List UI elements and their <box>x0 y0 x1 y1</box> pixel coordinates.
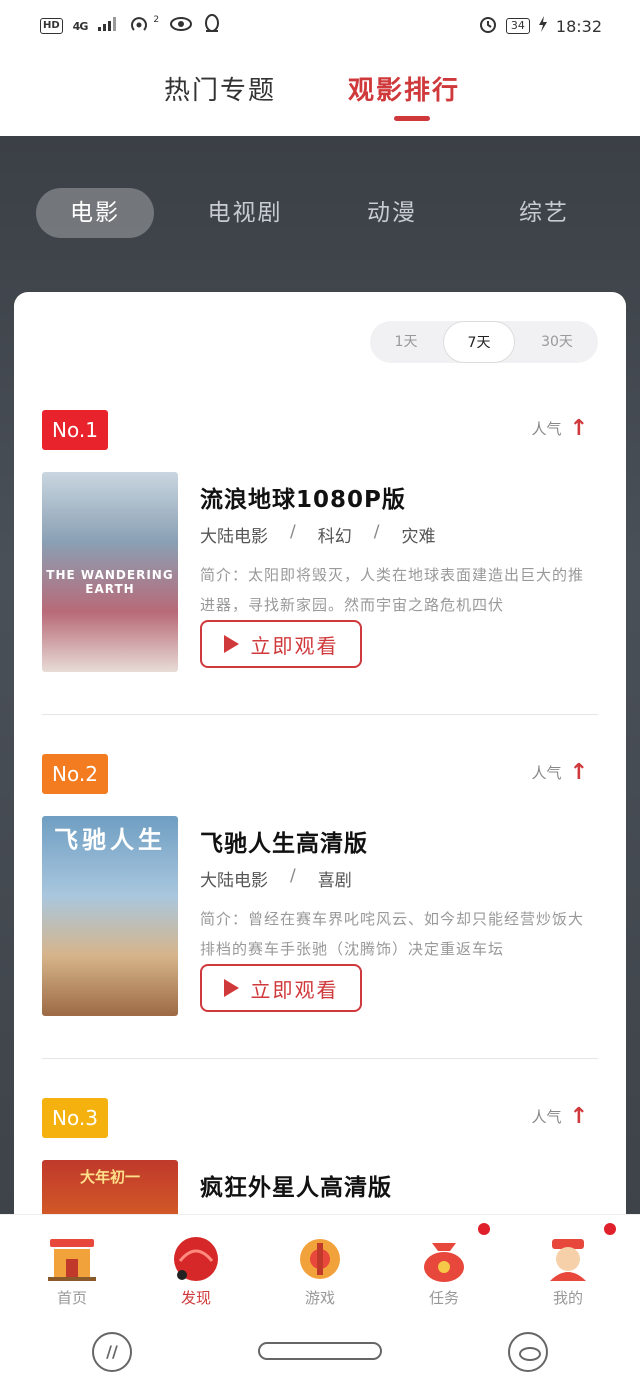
watch-now-label: 立即观看 <box>250 633 339 658</box>
tab-tv-series[interactable]: 电视剧 <box>200 188 290 238</box>
tab-hot-topics[interactable]: 热门专题 <box>164 70 276 107</box>
popularity: 人气 ↑ <box>532 1104 588 1129</box>
nav-profile-label: 我的 <box>552 1289 583 1307</box>
poster-title: 飞驰人生 <box>54 826 166 854</box>
divider <box>42 1058 598 1059</box>
hotspot-count: 2 <box>153 15 160 25</box>
signal-icon <box>97 16 119 36</box>
rank-badge: No.3 <box>42 1098 108 1138</box>
category-tabs: 电影 电视剧 动漫 综艺 <box>0 188 640 240</box>
home-icon <box>48 1239 96 1281</box>
play-icon <box>223 979 239 997</box>
qq-icon <box>203 14 221 38</box>
tag: 科幻 <box>317 527 352 547</box>
tag-separator: / <box>290 866 296 886</box>
popularity-label: 人气 <box>531 420 562 438</box>
system-nav-bar: // <box>0 1318 640 1387</box>
alarm-icon <box>478 14 498 38</box>
battery-level: 34 <box>505 18 530 34</box>
movie-tags: 大陆电影 / 科幻 / 灾难 <box>200 522 435 547</box>
divider <box>42 714 598 715</box>
tab-variety[interactable]: 综艺 <box>512 188 576 238</box>
charging-icon <box>538 16 548 36</box>
games-icon <box>300 1239 340 1279</box>
poster-title: 大年初一 <box>79 1168 140 1186</box>
movie-title[interactable]: 流浪地球1080P版 <box>200 480 406 514</box>
hotspot-icon <box>129 15 151 37</box>
network-label: 4G <box>72 19 89 33</box>
nav-discover[interactable]: 发现 <box>132 1215 260 1319</box>
arrow-up-icon: ↑ <box>569 760 588 785</box>
tab-anime[interactable]: 动漫 <box>360 188 424 238</box>
money-bag-icon <box>424 1243 464 1282</box>
movie-title[interactable]: 飞驰人生高清版 <box>200 824 368 858</box>
eye-icon <box>169 16 193 36</box>
tag: 喜剧 <box>317 871 352 891</box>
popularity: 人气 ↑ <box>532 416 588 441</box>
movie-poster[interactable]: 飞驰人生 <box>42 816 178 1016</box>
tag-separator: / <box>373 522 380 542</box>
period-1-day[interactable]: 1天 <box>374 321 438 363</box>
watch-now-button[interactable]: 立即观看 <box>200 964 362 1012</box>
nav-home[interactable]: 首页 <box>8 1215 136 1319</box>
rank-badge: No.2 <box>42 754 108 794</box>
status-left: HD 4G 2 <box>40 14 221 38</box>
nav-games[interactable]: 游戏 <box>256 1215 384 1319</box>
poster-title: THE WANDERING EARTH <box>46 568 174 596</box>
nav-tasks[interactable]: 任务 <box>380 1215 508 1319</box>
nav-home-label: 首页 <box>56 1289 87 1307</box>
ranking-card: 1天 7天 30天 No.1 人气 ↑ THE WANDERING EARTH … <box>14 292 626 1360</box>
arrow-up-icon: ↑ <box>569 1104 588 1129</box>
bottom-nav: 首页 发现 游戏 任务 我的 <box>0 1214 640 1318</box>
tag-separator: / <box>290 522 296 542</box>
multitask-icon[interactable]: // <box>92 1332 132 1372</box>
play-icon <box>223 635 239 653</box>
period-selector: 1天 7天 30天 <box>370 321 598 363</box>
watch-now-label: 立即观看 <box>250 977 339 1002</box>
status-right: 34 18:32 <box>478 14 602 38</box>
home-gesture-bar[interactable] <box>258 1342 382 1360</box>
hd-icon: HD <box>40 18 63 34</box>
movie-description: 简介：曾经在赛车界叱咤风云、如今却只能经营炒饭大排档的赛车手张驰（沈腾饰）决定重… <box>200 910 585 958</box>
popularity: 人气 ↑ <box>532 760 588 785</box>
tag: 大陆电影 <box>200 871 268 891</box>
eye-comfort-icon[interactable] <box>508 1332 548 1372</box>
nav-tasks-label: 任务 <box>428 1289 459 1307</box>
tab-movies[interactable]: 电影 <box>36 188 154 238</box>
period-30-days[interactable]: 30天 <box>520 321 594 363</box>
rank-badge: No.1 <box>42 410 108 450</box>
ranking-item: No.2 人气 ↑ 飞驰人生 飞驰人生高清版 大陆电影 / 喜剧 简介：曾经在赛… <box>42 754 598 1024</box>
movie-description: 简介：太阳即将毁灭，人类在地球表面建造出巨大的推进器，寻找新家园。然而宇宙之路危… <box>200 566 585 614</box>
popularity-label: 人气 <box>531 764 562 782</box>
period-7-days[interactable]: 7天 <box>443 321 515 363</box>
profile-icon <box>550 1239 586 1281</box>
nav-profile[interactable]: 我的 <box>504 1215 632 1319</box>
tab-viewing-ranking[interactable]: 观影排行 <box>348 70 460 107</box>
clock-time: 18:32 <box>555 16 602 36</box>
nav-games-label: 游戏 <box>304 1289 335 1307</box>
movie-tags: 大陆电影 / 喜剧 <box>200 866 352 891</box>
notification-dot <box>604 1223 616 1235</box>
watch-now-button[interactable]: 立即观看 <box>200 620 362 668</box>
discover-icon <box>174 1237 218 1281</box>
arrow-up-icon: ↑ <box>569 416 588 441</box>
ranking-item: No.1 人气 ↑ THE WANDERING EARTH 流浪地球1080P版… <box>42 410 598 680</box>
tag: 灾难 <box>401 527 436 547</box>
active-tab-indicator <box>394 116 430 121</box>
movie-poster[interactable]: THE WANDERING EARTH <box>42 472 178 672</box>
top-tabs: 热门专题 观影排行 <box>0 52 640 136</box>
nav-discover-label: 发现 <box>180 1289 211 1307</box>
popularity-label: 人气 <box>531 1108 562 1126</box>
movie-title[interactable]: 疯狂外星人高清版 <box>200 1168 392 1202</box>
status-bar: HD 4G 2 34 18:32 <box>0 0 640 52</box>
notification-dot <box>478 1223 490 1235</box>
tag: 大陆电影 <box>200 527 268 547</box>
